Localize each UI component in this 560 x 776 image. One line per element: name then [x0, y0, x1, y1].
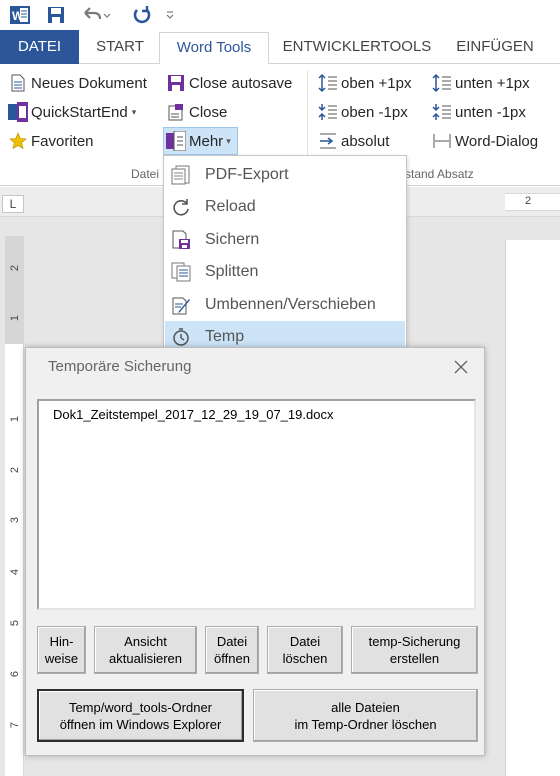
quickstart-icon — [8, 102, 28, 122]
oben-minus-button[interactable]: oben -1px — [318, 99, 408, 125]
alle-dateien-loeschen-button[interactable]: alle Dateien im Temp-Ordner löschen — [253, 689, 478, 742]
chevron-down-icon: ▾ — [226, 135, 231, 146]
chevron-down-icon: ▾ — [131, 106, 137, 117]
ruler-number: 4 — [9, 568, 21, 576]
oben-plus-button[interactable]: oben +1px — [318, 70, 411, 96]
document-icon — [8, 73, 28, 93]
ruler-number: 2 — [9, 466, 21, 474]
vertical-ruler[interactable]: 2 1 1 2 3 4 5 6 7 — [5, 236, 24, 776]
favoriten-button[interactable]: Favoriten — [8, 128, 94, 154]
group-label-datei: Datei — [131, 167, 160, 181]
ansicht-aktualisieren-button[interactable]: Ansicht aktualisieren — [94, 626, 197, 674]
quickstartend-button[interactable]: QuickStartEnd ▾ — [8, 99, 136, 125]
datei-loeschen-button[interactable]: Datei löschen — [267, 626, 343, 674]
document-page[interactable] — [505, 240, 560, 776]
hinweise-button[interactable]: Hin- weise — [37, 626, 86, 674]
spacing-up-icon — [432, 73, 452, 93]
ribbon-tab-bar: DATEI START Word Tools ENTWICKLERTOOLS E… — [0, 30, 560, 65]
temp-sicherung-erstellen-button[interactable]: temp-Sicherung erstellen — [351, 626, 478, 674]
menu-item-pdf-export[interactable]: PDF-Export — [165, 159, 405, 190]
close-autosave-icon — [166, 73, 186, 93]
menu-item-sichern[interactable]: Sichern — [165, 224, 405, 255]
menu-item-umbenennen[interactable]: Umbennen/Verschieben — [165, 289, 405, 320]
quick-access-toolbar: W — [0, 0, 560, 30]
datei-oeffnen-button[interactable]: Datei öffnen — [205, 626, 259, 674]
menu-item-reload[interactable]: Reload — [165, 191, 405, 222]
reload-icon — [170, 196, 192, 218]
customize-qat-icon[interactable] — [162, 4, 178, 26]
mehr-dropdown-menu: PDF-Export Reload Sichern Splitten Umben… — [163, 155, 407, 353]
tab-datei[interactable]: DATEI — [0, 30, 79, 64]
undo-icon[interactable] — [80, 4, 112, 26]
close-autosave-button[interactable]: Close autosave — [166, 70, 292, 96]
tab-word-tools[interactable]: Word Tools — [159, 32, 269, 65]
ruler-number: 3 — [9, 516, 21, 524]
ruler-number: 1 — [9, 415, 21, 423]
pdf-export-icon — [170, 164, 192, 186]
tab-start[interactable]: START — [86, 30, 154, 64]
star-icon — [8, 131, 28, 151]
close-button[interactable]: Close — [166, 99, 227, 125]
unten-plus-button[interactable]: unten +1px — [432, 70, 530, 96]
close-icon[interactable] — [448, 354, 474, 380]
absolute-spacing-icon — [318, 131, 338, 151]
mehr-icon — [166, 131, 186, 151]
ordner-oeffnen-button[interactable]: Temp/word_tools-Ordner öffnen im Windows… — [37, 689, 244, 742]
ruler-number: 6 — [9, 670, 21, 678]
group-label-abstand: stand Absatz — [405, 167, 474, 181]
menu-item-splitten[interactable]: Splitten — [165, 256, 405, 287]
save-copy-icon — [170, 229, 192, 251]
ruler-number: 7 — [9, 721, 21, 729]
spacing-up-icon — [318, 73, 338, 93]
unten-minus-button[interactable]: unten -1px — [432, 99, 526, 125]
new-document-button[interactable]: Neues Dokument — [8, 70, 147, 96]
mehr-dropdown-button[interactable]: Mehr ▾ — [163, 127, 238, 155]
close-doc-icon — [166, 102, 186, 122]
word-dialog-button[interactable]: Word-Dialog — [432, 128, 538, 154]
spacing-down-icon — [318, 102, 338, 122]
split-icon — [170, 261, 192, 283]
tab-stop-selector[interactable]: L — [2, 195, 24, 213]
horizontal-ruler[interactable]: 2 — [505, 193, 560, 211]
ruler-margin — [5, 236, 24, 344]
redo-icon[interactable] — [130, 4, 154, 26]
ruler-number: 2 — [525, 195, 532, 207]
save-icon[interactable] — [44, 4, 68, 26]
spacing-down-icon — [432, 102, 452, 122]
ruler-number: 1 — [9, 314, 21, 322]
absolut-button[interactable]: absolut — [318, 128, 389, 154]
ruler-number: 2 — [9, 264, 21, 272]
tab-einfuegen[interactable]: EINFÜGEN — [447, 30, 543, 64]
dialog-title: Temporäre Sicherung — [48, 358, 192, 375]
tab-entwicklertools[interactable]: ENTWICKLERTOOLS — [276, 30, 438, 64]
ruler-number: 5 — [9, 619, 21, 627]
backup-file-list[interactable]: Dok1_Zeitstempel_2017_12_29_19_07_19.doc… — [37, 399, 476, 610]
rename-move-icon — [170, 294, 192, 316]
temp-backup-dialog: Temporäre Sicherung Dok1_Zeitstempel_201… — [25, 347, 485, 756]
dialog-spacing-icon — [432, 131, 452, 151]
list-item[interactable]: Dok1_Zeitstempel_2017_12_29_19_07_19.doc… — [53, 407, 333, 422]
timer-icon — [170, 326, 192, 348]
word-app-icon[interactable]: W — [8, 4, 32, 26]
